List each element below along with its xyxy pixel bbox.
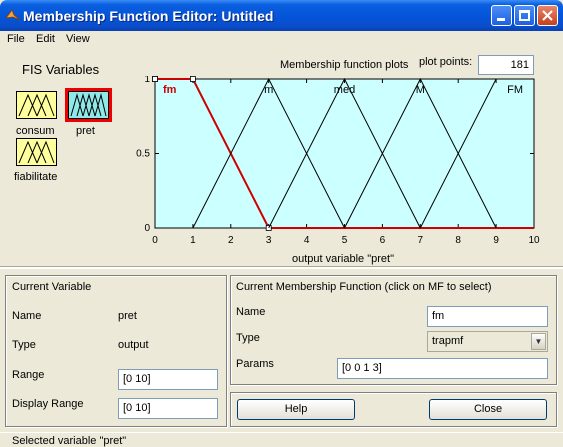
- cv-range-label: Range: [12, 369, 45, 381]
- minimize-button[interactable]: [491, 5, 512, 26]
- cv-type-value: output: [118, 339, 149, 351]
- variable-consum-label: consum: [16, 125, 55, 137]
- x-tick-label: 7: [418, 235, 424, 246]
- mf-plots-title: Membership function plots: [280, 59, 409, 71]
- x-tick-label: 3: [266, 235, 272, 246]
- variable-pret-box[interactable]: [65, 88, 112, 122]
- status-text: Selected variable "pret": [12, 435, 127, 447]
- variable-pret-label: pret: [76, 125, 95, 137]
- mf-vertex-handle: [190, 76, 196, 82]
- divider: [0, 266, 563, 269]
- plot-points-label: plot points:: [419, 56, 473, 68]
- mf-vertex-handle: [152, 76, 158, 82]
- display-range-input[interactable]: [0 10]: [118, 398, 218, 419]
- current-variable-heading: Current Variable: [12, 281, 92, 293]
- minimize-icon: [497, 18, 505, 21]
- menu-file[interactable]: File: [7, 33, 25, 45]
- matlab-logo-icon: [5, 9, 21, 21]
- x-tick-label: 6: [380, 235, 386, 246]
- mf-type-value: trapmf: [432, 335, 464, 347]
- mf-label-M: M: [416, 84, 425, 96]
- mf-params-label: Params: [236, 358, 274, 370]
- y-tick-label: 0.5: [136, 149, 150, 160]
- current-mf-heading: Current Membership Function (click on MF…: [236, 281, 492, 293]
- maximize-button[interactable]: [514, 5, 535, 26]
- mf-type-label: Type: [236, 332, 260, 344]
- mf-name-label: Name: [236, 306, 266, 318]
- cv-display-range-label: Display Range: [12, 398, 84, 410]
- x-tick-label: 2: [228, 235, 234, 246]
- range-input[interactable]: [0 10]: [118, 369, 218, 390]
- input-mf-icon: [18, 93, 55, 117]
- mf-label-m: m: [264, 84, 273, 96]
- fis-variables-heading: FIS Variables: [22, 62, 100, 77]
- plot-points-input[interactable]: 181: [478, 55, 534, 75]
- input-mf-icon: [18, 140, 55, 164]
- x-axis-label: output variable "pret": [292, 253, 394, 265]
- cv-type-label: Type: [12, 339, 36, 351]
- close-window-button[interactable]: [537, 5, 558, 26]
- x-tick-label: 4: [304, 235, 310, 246]
- chevron-down-icon[interactable]: ▼: [531, 333, 546, 350]
- window-title: Membership Function Editor: Untitled: [23, 8, 274, 24]
- plot-background: [154, 78, 535, 229]
- x-tick-label: 10: [528, 235, 540, 246]
- close-icon: [542, 10, 553, 21]
- mf-label-FM: FM: [507, 84, 523, 96]
- x-tick-label: 9: [493, 235, 499, 246]
- variable-fiabilitate-label: fiabilitate: [14, 171, 58, 183]
- x-tick-label: 0: [152, 235, 158, 246]
- help-button[interactable]: Help: [237, 399, 355, 420]
- menu-view[interactable]: View: [66, 33, 90, 45]
- x-tick-label: 1: [190, 235, 196, 246]
- mf-label-med: med: [334, 84, 355, 96]
- x-tick-label: 8: [455, 235, 461, 246]
- mf-plot[interactable]: 0 1 2 3 4 5 6 7 8 9 10 0 0.5 1 fm m med M FM: [130, 76, 550, 252]
- close-button[interactable]: Close: [429, 399, 547, 420]
- maximize-icon: [519, 10, 530, 21]
- status-bar: Selected variable "pret": [0, 432, 563, 447]
- mf-params-input[interactable]: [0 0 1 3]: [337, 358, 548, 379]
- mf-label-fm: fm: [163, 84, 177, 96]
- cv-name-label: Name: [12, 310, 42, 322]
- y-tick-label: 1: [144, 76, 150, 85]
- variable-fiabilitate-box[interactable]: [16, 138, 57, 166]
- cv-name-value: pret: [118, 310, 137, 322]
- menu-edit[interactable]: Edit: [36, 33, 55, 45]
- output-mf-icon: [70, 93, 107, 117]
- variable-consum-box[interactable]: [16, 91, 57, 119]
- y-tick-label: 0: [144, 223, 150, 234]
- mf-name-input[interactable]: fm: [427, 306, 548, 327]
- x-tick-label: 5: [342, 235, 348, 246]
- mf-type-select[interactable]: trapmf ▼: [427, 331, 548, 352]
